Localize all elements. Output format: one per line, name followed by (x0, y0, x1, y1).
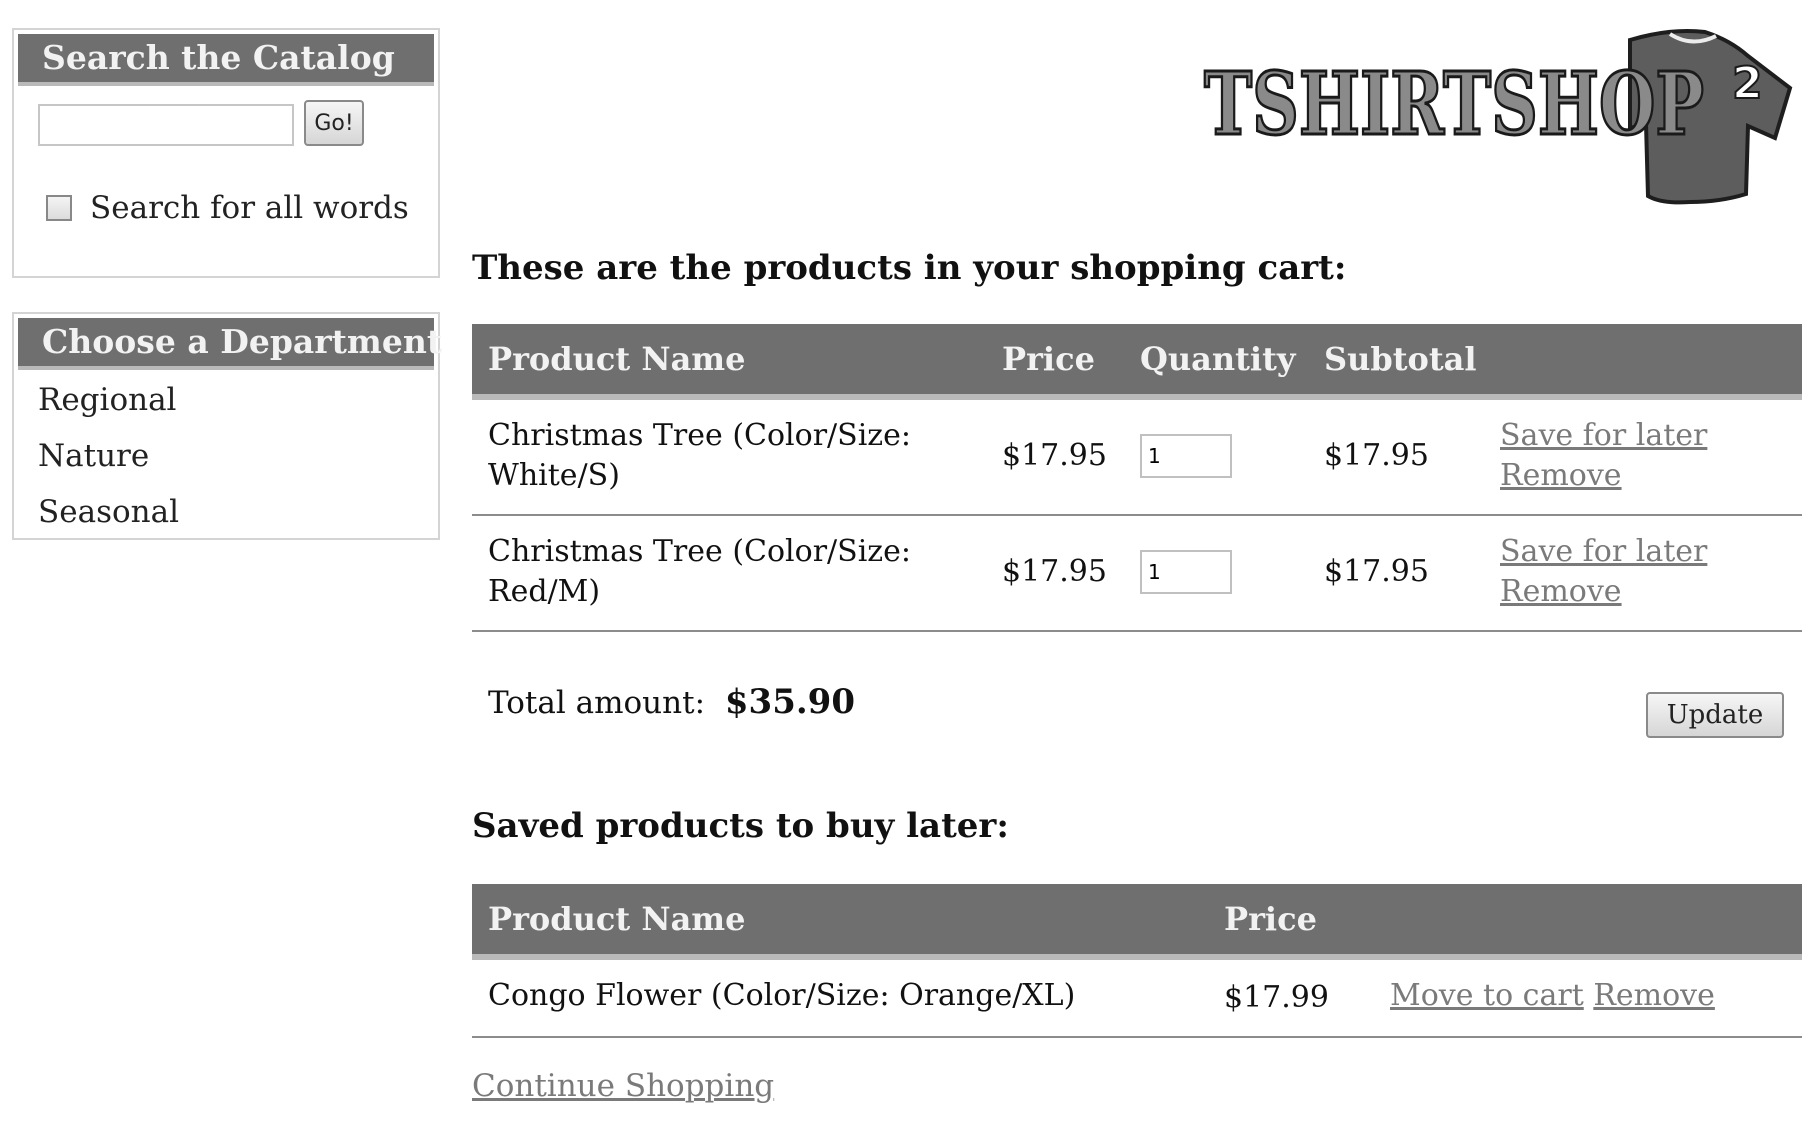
logo-text: TSHIRTSHOP (1204, 54, 1704, 155)
save-for-later-link[interactable]: Save for later (1500, 532, 1707, 572)
cart-col-price: Price (1002, 340, 1095, 378)
cart-row-actions: Save for later Remove (1500, 416, 1707, 496)
remove-link[interactable]: Remove (1500, 572, 1707, 612)
cart-row-quantity-cell (1140, 550, 1232, 594)
cart-row-price: $17.95 (1002, 554, 1107, 589)
cart-row-subtotal: $17.95 (1324, 438, 1429, 473)
saved-col-price: Price (1224, 900, 1317, 938)
search-all-words-label[interactable]: Search for all words (90, 190, 409, 226)
cart-table-header: Product Name Price Quantity Subtotal (472, 324, 1802, 400)
cart-col-product-name: Product Name (488, 340, 746, 378)
department-list: Regional Nature Seasonal (38, 372, 179, 540)
total-amount-row: Total amount: $35.90 (488, 682, 855, 722)
department-item-regional[interactable]: Regional (38, 372, 179, 428)
cart-row: Christmas Tree (Color/Size: Red/M) $17.9… (472, 516, 1802, 632)
cart-heading: These are the products in your shopping … (472, 248, 1347, 288)
saved-table: Product Name Price Congo Flower (Color/S… (472, 884, 1802, 1038)
department-item-nature[interactable]: Nature (38, 428, 179, 484)
update-button[interactable]: Update (1646, 692, 1784, 738)
cart-row: Christmas Tree (Color/Size: White/S) $17… (472, 400, 1802, 516)
saved-remove-link[interactable]: Remove (1593, 978, 1715, 1013)
cart-row-actions: Save for later Remove (1500, 532, 1707, 612)
department-title: Choose a Department (18, 318, 442, 370)
department-box: Choose a Department Regional Nature Seas… (12, 312, 442, 540)
department-item-seasonal[interactable]: Seasonal (38, 484, 179, 540)
quantity-input[interactable] (1140, 550, 1232, 594)
cart-row-name: Christmas Tree (Color/Size: Red/M) (488, 534, 911, 609)
search-catalog-box: Search the Catalog Go! Search for all wo… (12, 28, 440, 278)
cart-row-name: Christmas Tree (Color/Size: White/S) (488, 418, 911, 493)
cart-row-subtotal: $17.95 (1324, 554, 1429, 589)
cart-col-quantity: Quantity (1140, 340, 1296, 378)
search-catalog-title: Search the Catalog (18, 34, 434, 86)
remove-link[interactable]: Remove (1500, 456, 1707, 496)
saved-row-actions: Move to cart Remove (1390, 978, 1715, 1013)
saved-row-price: $17.99 (1224, 980, 1329, 1015)
saved-table-header: Product Name Price (472, 884, 1802, 960)
total-amount-value: $35.90 (724, 682, 855, 722)
go-button[interactable]: Go! (304, 100, 364, 146)
total-amount-label: Total amount: (488, 685, 706, 721)
saved-heading: Saved products to buy later: (472, 806, 1009, 846)
move-to-cart-link[interactable]: Move to cart (1390, 978, 1584, 1013)
search-all-words-row[interactable]: Search for all words (46, 190, 409, 226)
cart-table: Product Name Price Quantity Subtotal Chr… (472, 324, 1802, 632)
saved-row: Congo Flower (Color/Size: Orange/XL) $17… (472, 960, 1802, 1038)
tshirtshop-logo[interactable]: TSHIRTSHOP 2 (1200, 26, 1810, 206)
cart-row-quantity-cell (1140, 434, 1232, 478)
save-for-later-link[interactable]: Save for later (1500, 416, 1707, 456)
cart-col-subtotal: Subtotal (1324, 340, 1477, 378)
quantity-input[interactable] (1140, 434, 1232, 478)
saved-col-product-name: Product Name (488, 900, 746, 938)
search-input[interactable] (38, 104, 294, 146)
continue-shopping-link[interactable]: Continue Shopping (472, 1068, 774, 1104)
logo-superscript: 2 (1732, 58, 1763, 109)
saved-row-name: Congo Flower (Color/Size: Orange/XL) (488, 978, 1076, 1013)
cart-row-price: $17.95 (1002, 438, 1107, 473)
search-all-words-checkbox[interactable] (46, 195, 72, 221)
